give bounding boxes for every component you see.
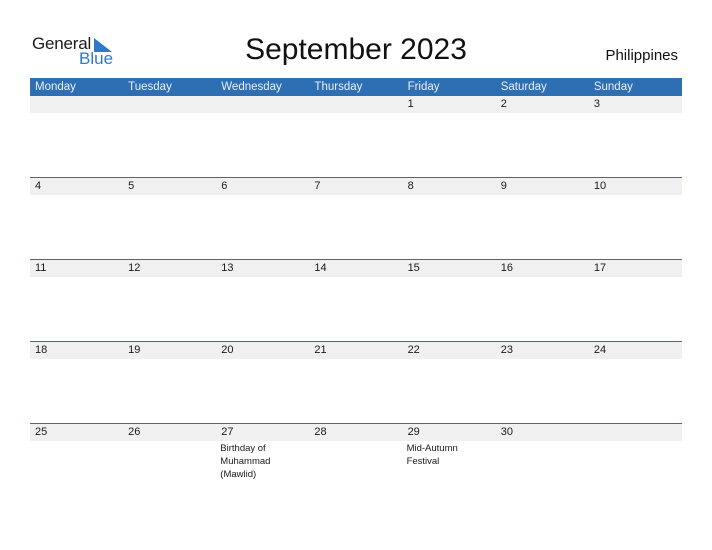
- day-number: 12: [128, 262, 141, 274]
- weekday-monday: Monday: [35, 81, 76, 93]
- day-events: [589, 195, 682, 259]
- weekday-tuesday: Tuesday: [128, 81, 172, 93]
- day-events: [309, 359, 402, 423]
- day-events: [123, 359, 216, 423]
- day-number: 5: [128, 180, 135, 192]
- day-number: 1: [407, 98, 414, 110]
- day-number: 19: [128, 344, 141, 356]
- day-events: [309, 277, 402, 341]
- event-area: [30, 195, 682, 259]
- day-number: 20: [221, 344, 234, 356]
- day-number: 30: [500, 426, 513, 438]
- day-number: 11: [35, 262, 47, 274]
- day-events: [123, 195, 216, 259]
- holiday-mid-autumn: Mid-Autumn Festival: [406, 443, 458, 467]
- day-number: 25: [35, 426, 48, 438]
- day-events: [589, 113, 682, 177]
- day-events: [496, 195, 589, 259]
- day-number: 7: [314, 180, 321, 192]
- day-number: 23: [500, 344, 513, 356]
- day-number: [216, 96, 309, 113]
- day-number: 6: [221, 180, 228, 192]
- weekday-friday: Friday: [407, 81, 440, 93]
- holiday-mawlid: Birthday of Muhammad (Mawlid): [220, 443, 271, 480]
- day-number: 10: [593, 180, 607, 192]
- day-number: 21: [314, 344, 327, 356]
- weekday-sunday: Sunday: [593, 81, 633, 93]
- day-events: [30, 195, 123, 259]
- day-events: [216, 277, 309, 341]
- week-row-2: 4 5 6 7 8 9 10: [30, 177, 682, 259]
- day-events: [123, 113, 216, 177]
- day-number: 28: [314, 426, 327, 438]
- day-number: 13: [221, 262, 234, 274]
- day-events: [216, 113, 309, 177]
- weekday-thursday: Thursday: [314, 81, 363, 93]
- day-number: 4: [35, 180, 42, 192]
- day-number: 3: [593, 98, 600, 110]
- day-events: [309, 195, 402, 259]
- day-number: 9: [500, 180, 507, 192]
- day-number: 27: [221, 426, 234, 438]
- day-number: 18: [35, 344, 48, 356]
- week-row-5: 25 26 27 28 29 30 Birthday of Muhammad (…: [30, 423, 682, 505]
- day-number: 17: [593, 262, 607, 274]
- date-bar: 4 5 6 7 8 9 10: [30, 178, 682, 195]
- date-bar: 18 19 20 21 22 23 24: [30, 342, 682, 359]
- weekday-saturday: Saturday: [500, 81, 547, 93]
- day-events: [30, 113, 123, 177]
- event-area: Birthday of Muhammad (Mawlid) Mid-Autumn…: [30, 441, 682, 505]
- day-events: [123, 277, 216, 341]
- day-events: [403, 113, 496, 177]
- day-events: [403, 195, 496, 259]
- day-number: 24: [593, 344, 607, 356]
- day-events: [496, 113, 589, 177]
- day-events: [30, 359, 123, 423]
- weekday-header: Monday Tuesday Wednesday Thursday Friday…: [30, 78, 682, 96]
- day-events: [496, 277, 589, 341]
- day-events: [216, 359, 309, 423]
- day-events: [309, 441, 402, 505]
- day-number: [30, 96, 123, 113]
- day-events: [216, 195, 309, 259]
- country-label: Philippines: [605, 47, 678, 64]
- week-row-1: 1 2 3: [30, 96, 682, 177]
- day-number: [123, 96, 216, 113]
- event-area: [30, 359, 682, 423]
- day-number: 22: [407, 344, 420, 356]
- day-events: [309, 113, 402, 177]
- day-events: [496, 359, 589, 423]
- day-events: [30, 441, 123, 505]
- day-events: [30, 277, 123, 341]
- date-bar: 11 12 13 14 15 16 17: [30, 260, 682, 277]
- day-events: [589, 359, 682, 423]
- day-events: [123, 441, 216, 505]
- day-events: [496, 441, 589, 505]
- day-events: [589, 441, 682, 505]
- date-bar: 25 26 27 28 29 30: [30, 424, 682, 441]
- weekday-wednesday: Wednesday: [221, 81, 282, 93]
- day-events: [403, 277, 496, 341]
- day-number: 16: [500, 262, 513, 274]
- day-number: 29: [407, 426, 420, 438]
- day-number: 8: [407, 180, 414, 192]
- day-number: 15: [407, 262, 420, 274]
- day-number: 14: [314, 262, 327, 274]
- calendar-grid: Monday Tuesday Wednesday Thursday Friday…: [30, 78, 682, 505]
- day-events: [403, 359, 496, 423]
- day-number: [309, 96, 402, 113]
- day-number: 2: [500, 98, 507, 110]
- event-area: [30, 277, 682, 341]
- week-row-4: 18 19 20 21 22 23 24: [30, 341, 682, 423]
- day-number: [589, 424, 682, 441]
- day-events: [589, 277, 682, 341]
- event-area: [30, 113, 682, 177]
- day-number: 26: [128, 426, 141, 438]
- date-bar: 1 2 3: [30, 96, 682, 113]
- week-row-3: 11 12 13 14 15 16 17: [30, 259, 682, 341]
